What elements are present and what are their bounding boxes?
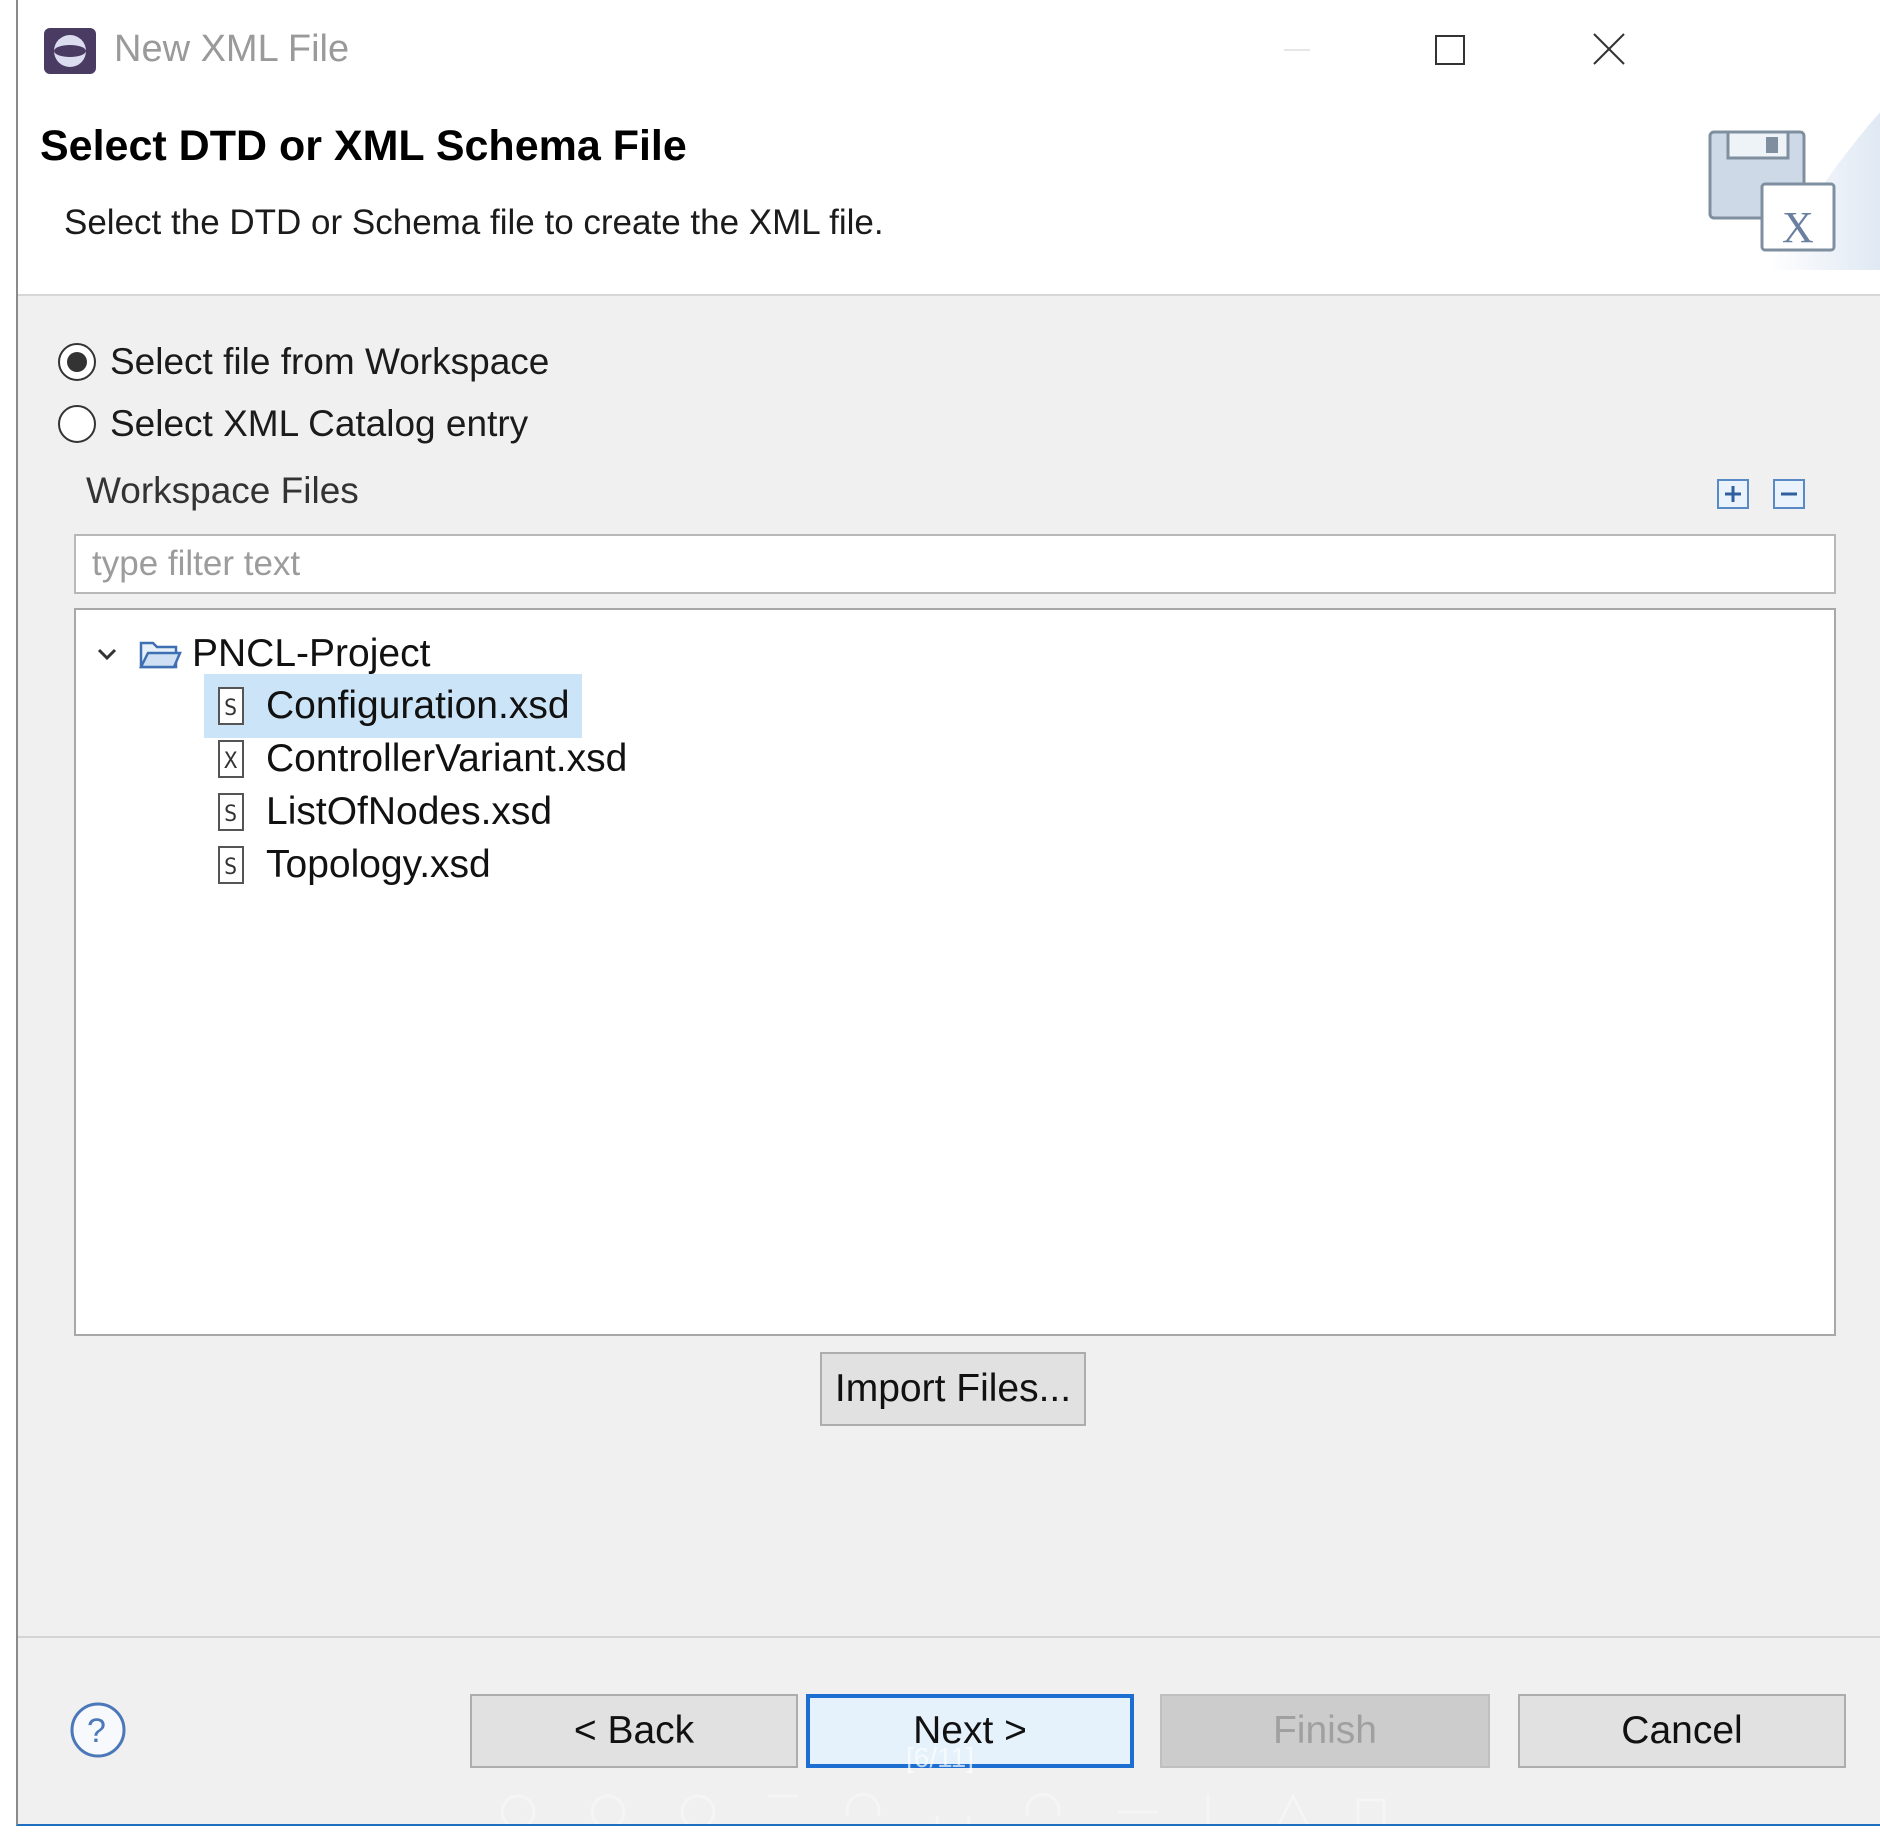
radio-select-from-workspace[interactable]: Select file from Workspace [58, 338, 549, 386]
xml-wizard-banner-icon: X [1708, 112, 1880, 270]
svg-text:S: S [224, 855, 237, 880]
maximize-icon[interactable] [1415, 22, 1485, 78]
undo-icon [935, 1815, 971, 1824]
xml-file-icon: X [218, 740, 244, 778]
file-name: ListOfNodes.xsd [266, 790, 553, 833]
collapse-all-icon[interactable] [1770, 476, 1808, 512]
radio-label-catalog: Select XML Catalog entry [110, 403, 529, 444]
wizard-header: Select DTD or XML Schema File Select the… [18, 100, 1880, 296]
redo-icon [1025, 1793, 1061, 1817]
zoom-out-icon [680, 1794, 716, 1824]
tree-item-file[interactable]: X ControllerVariant.xsd [216, 729, 627, 789]
radio-button-checked[interactable] [58, 343, 96, 381]
minimize-icon[interactable] [1262, 22, 1332, 78]
fullscreen-icon [768, 1794, 798, 1798]
open-folder-icon [138, 641, 182, 669]
zoom-fit-icon [500, 1794, 536, 1824]
viewer-toolbar-overlay [500, 1792, 1386, 1824]
back-button[interactable]: < Back [470, 1694, 798, 1768]
new-xml-file-dialog: New XML File Select DTD or XML Schema Fi… [16, 0, 1880, 1826]
radio-button-unchecked[interactable] [58, 405, 96, 443]
finish-button[interactable]: Finish [1160, 1694, 1490, 1768]
svg-text:S: S [224, 696, 237, 721]
svg-text:X: X [1782, 203, 1814, 252]
workspace-files-label: Workspace Files [86, 470, 359, 511]
import-files-button[interactable]: Import Files... [820, 1352, 1086, 1426]
page-indicator: [6/11] [906, 1742, 974, 1773]
expand-all-icon[interactable] [1714, 476, 1752, 512]
file-name: Topology.xsd [266, 843, 491, 886]
schema-file-icon: S [218, 846, 244, 884]
radio-label-workspace: Select file from Workspace [110, 341, 550, 382]
workspace-files-tree[interactable]: PNCL-Project S Configuration.xsd X Contr… [74, 608, 1836, 1336]
help-icon[interactable]: ? [68, 1700, 128, 1760]
page-title: Select DTD or XML Schema File [40, 122, 687, 170]
rotate-right-icon [845, 1793, 881, 1817]
tree-item-file[interactable]: S Configuration.xsd [204, 674, 582, 738]
tree-item-project[interactable]: PNCL-Project [92, 624, 430, 684]
tree-item-file[interactable]: S ListOfNodes.xsd [216, 782, 552, 842]
eclipse-app-icon [44, 28, 96, 74]
close-icon[interactable] [1574, 22, 1644, 78]
cancel-button[interactable]: Cancel [1518, 1694, 1846, 1768]
schema-file-icon: S [218, 687, 244, 725]
zoom-in-icon [590, 1794, 626, 1824]
file-name: ControllerVariant.xsd [266, 737, 628, 780]
page-description: Select the DTD or Schema file to create … [64, 203, 884, 242]
project-name: PNCL-Project [192, 632, 431, 675]
footer-separator [18, 1636, 1880, 1638]
svg-text:X: X [224, 749, 238, 774]
upload-icon [1277, 1792, 1309, 1824]
tree-item-file[interactable]: S Topology.xsd [216, 835, 491, 895]
svg-text:S: S [224, 802, 237, 827]
schema-file-icon: S [218, 793, 244, 831]
file-name: Configuration.xsd [266, 684, 570, 727]
filter-input[interactable] [74, 534, 1836, 594]
radio-select-xml-catalog[interactable]: Select XML Catalog entry [58, 400, 528, 448]
svg-text:?: ? [87, 1712, 106, 1750]
chevron-down-icon[interactable] [92, 639, 122, 669]
window-title: New XML File [114, 28, 350, 70]
copy-icon [1356, 1798, 1386, 1824]
title-bar[interactable]: New XML File [18, 0, 1880, 100]
